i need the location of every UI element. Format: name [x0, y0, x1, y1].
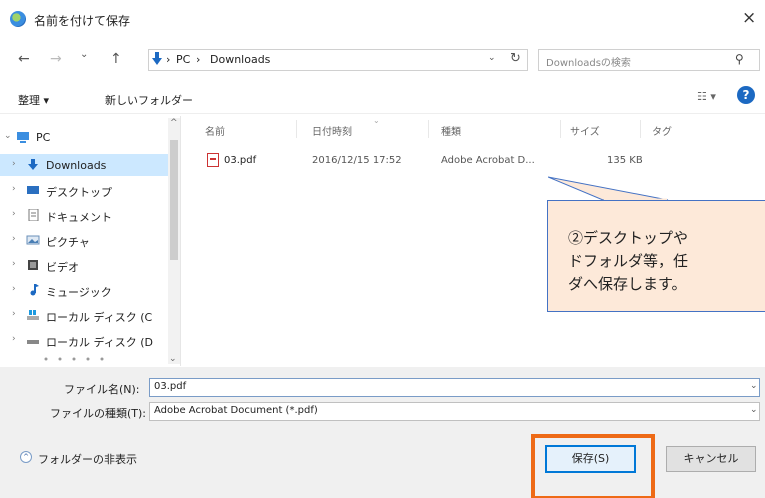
sidebar-item-label: Downloads: [46, 159, 107, 172]
organize-button[interactable]: 整理 ▾: [18, 92, 49, 108]
filetype-label: ファイルの種類(T):: [50, 407, 147, 420]
up-icon[interactable]: ↑: [110, 51, 122, 67]
sidebar-item-label: PC: [36, 131, 51, 144]
cancel-button[interactable]: キャンセル: [666, 446, 756, 472]
music-icon: [30, 284, 39, 296]
chevron-right-icon[interactable]: ›: [12, 259, 16, 269]
sidebar-item-local-disk-d[interactable]: › ローカル ディスク (D: [0, 329, 170, 351]
scroll-down-icon[interactable]: ⌄: [169, 354, 177, 364]
chevron-right-icon[interactable]: ›: [12, 334, 16, 344]
forward-icon[interactable]: →: [50, 51, 62, 67]
sidebar-item-label: ビデオ: [46, 261, 79, 274]
recent-locations-icon[interactable]: ⌄: [80, 49, 88, 60]
hide-folders-button[interactable]: フォルダーの非表示: [38, 451, 137, 467]
close-icon[interactable]: ×: [742, 8, 756, 28]
file-type: Adobe Acrobat D...: [441, 155, 535, 166]
filetype-dropdown-icon[interactable]: ⌄: [750, 405, 758, 415]
download-arrow-icon: [28, 159, 38, 170]
address-bar[interactable]: [148, 49, 528, 71]
app-icon: [10, 11, 26, 27]
scroll-up-icon[interactable]: ^: [170, 118, 178, 128]
chevron-right-icon[interactable]: ›: [12, 284, 16, 294]
chevron-right-icon[interactable]: ›: [12, 159, 16, 169]
sidebar-item-pictures[interactable]: › ピクチャ: [0, 229, 170, 251]
column-divider[interactable]: [428, 120, 429, 138]
column-header-size[interactable]: サイズ: [570, 123, 600, 138]
breadcrumb-pc[interactable]: PC: [176, 53, 190, 66]
sidebar-item-label: ピクチャ: [46, 236, 90, 249]
back-icon[interactable]: ←: [18, 51, 30, 67]
filename-input[interactable]: [149, 378, 760, 397]
callout-text: ②デスクトップや ドフォルダ等，任 ダへ保存します。: [568, 227, 765, 296]
column-header-type[interactable]: 種類: [441, 123, 461, 138]
callout-pointer: [548, 176, 669, 201]
file-name[interactable]: 03.pdf: [224, 155, 256, 166]
title-bar: 名前を付けて保存 ×: [0, 0, 765, 38]
downloads-location-icon: [152, 52, 162, 65]
filetype-value[interactable]: Adobe Acrobat Document (*.pdf): [154, 405, 318, 416]
column-divider[interactable]: [560, 120, 561, 138]
filename-dropdown-icon[interactable]: ⌄: [750, 381, 758, 391]
breadcrumb-downloads[interactable]: Downloads: [210, 53, 270, 66]
save-button[interactable]: 保存(S): [545, 445, 636, 473]
breadcrumb-separator: ›: [196, 53, 201, 66]
sort-indicator-icon: ⌄: [373, 116, 380, 125]
search-icon[interactable]: ⚲: [735, 52, 744, 66]
truncated-item-text: [44, 357, 104, 361]
address-dropdown-icon[interactable]: ⌄: [488, 53, 496, 63]
sidebar-item-label: ミュージック: [46, 286, 112, 299]
chevron-right-icon[interactable]: ›: [12, 184, 16, 194]
videos-icon: [28, 260, 38, 270]
drive-icon: [27, 340, 39, 344]
collapse-icon[interactable]: ^: [20, 451, 32, 463]
pc-icon: [17, 132, 29, 143]
callout-line: ドフォルダ等，任: [568, 252, 689, 270]
sidebar-item-videos[interactable]: › ビデオ: [0, 254, 170, 276]
navigation-pane: ⌄ PC › Downloads › デスクトップ › ドキュメント › ピクチ…: [0, 116, 181, 366]
sidebar-item-desktop[interactable]: › デスクトップ: [0, 179, 170, 201]
column-header-name[interactable]: 名前: [205, 123, 225, 138]
sidebar-item-music[interactable]: › ミュージック: [0, 279, 170, 301]
help-icon[interactable]: ?: [737, 86, 755, 104]
breadcrumb-separator: ›: [166, 53, 171, 66]
file-row[interactable]: [190, 150, 650, 170]
pdf-file-icon: [207, 153, 219, 167]
chevron-right-icon[interactable]: ›: [12, 309, 16, 319]
chevron-right-icon[interactable]: ›: [12, 234, 16, 244]
callout-line: ②デスクトップや: [568, 229, 689, 247]
sidebar-item-documents[interactable]: › ドキュメント: [0, 204, 170, 226]
sidebar-item-pc[interactable]: ⌄ PC: [0, 126, 170, 148]
sidebar-item-label: ドキュメント: [46, 211, 112, 224]
search-placeholder: Downloadsの検索: [546, 58, 631, 69]
callout-line: ダへ保存します。: [568, 275, 687, 293]
view-options-icon[interactable]: ☷ ▾: [697, 90, 716, 103]
documents-icon: [28, 209, 39, 221]
column-header-date[interactable]: 日付時刻: [312, 123, 352, 138]
file-date: 2016/12/15 17:52: [312, 155, 402, 166]
sidebar-item-local-disk-c[interactable]: › ローカル ディスク (C: [0, 304, 170, 326]
desktop-icon: [27, 186, 39, 194]
new-folder-button[interactable]: 新しいフォルダー: [105, 92, 193, 108]
pictures-icon: [26, 235, 40, 245]
refresh-icon[interactable]: ↻: [510, 51, 521, 66]
windows-drive-icon: [27, 310, 39, 320]
chevron-right-icon[interactable]: ›: [12, 209, 16, 219]
chevron-down-icon[interactable]: ⌄: [4, 131, 12, 141]
sidebar-item-downloads[interactable]: › Downloads: [0, 154, 170, 176]
column-header-tags[interactable]: タグ: [652, 123, 672, 138]
column-divider[interactable]: [296, 120, 297, 138]
filename-label: ファイル名(N):: [64, 383, 140, 396]
filename-value[interactable]: 03.pdf: [154, 381, 186, 392]
sidebar-item-label: ローカル ディスク (C: [46, 311, 153, 324]
sidebar-item-label: ローカル ディスク (D: [46, 336, 153, 349]
sidebar-scroll-thumb[interactable]: [170, 140, 178, 260]
window-title: 名前を付けて保存: [34, 14, 131, 28]
column-divider[interactable]: [640, 120, 641, 138]
file-size: 135 KB: [607, 155, 643, 166]
sidebar-item-label: デスクトップ: [46, 186, 112, 199]
